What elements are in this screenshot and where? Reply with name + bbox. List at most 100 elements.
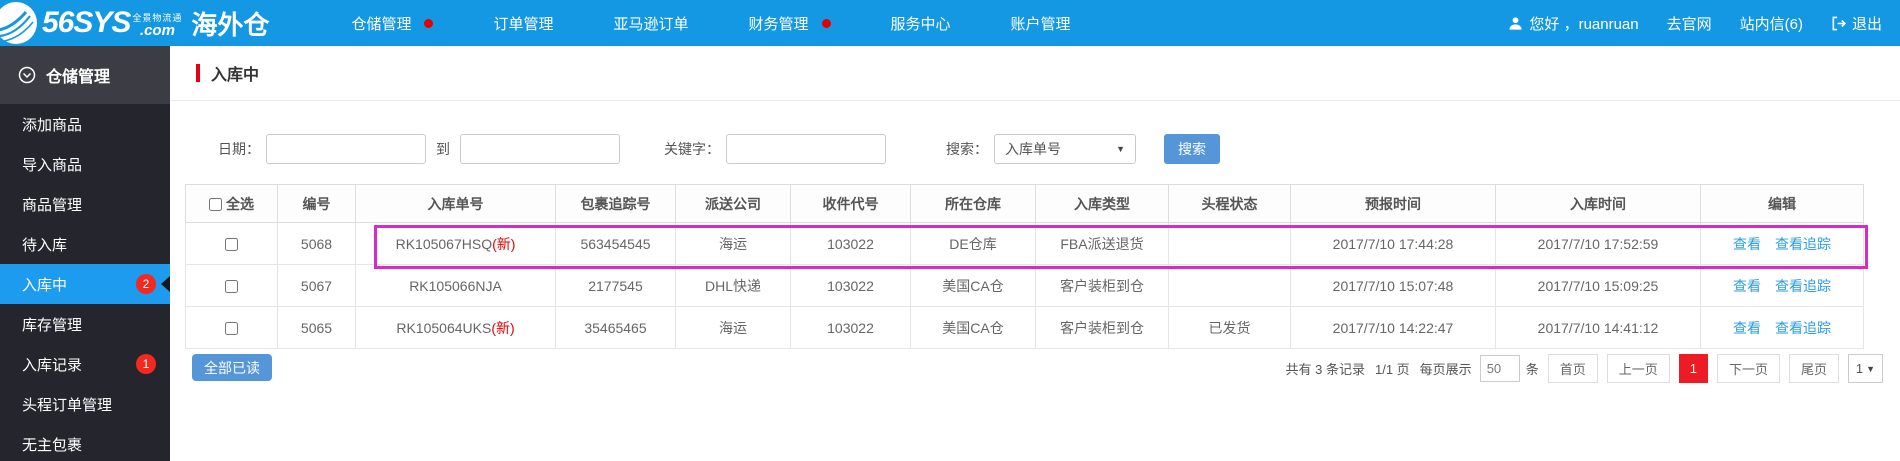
sidebar-item-add-product[interactable]: 添加商品 [0, 104, 170, 144]
cell-carrier: DHL快递 [675, 264, 791, 307]
notification-dot [424, 18, 434, 28]
cell-id: 5067 [277, 264, 356, 307]
cell-tracking-no: 563454545 [555, 222, 676, 265]
user-icon [1509, 16, 1522, 30]
chevron-down-icon: ▼ [1866, 363, 1876, 374]
col-recipient-code: 收件代号 [790, 184, 911, 223]
current-page-button[interactable]: 1 [1678, 354, 1708, 383]
last-page-button[interactable]: 尾页 [1788, 354, 1839, 383]
view-link[interactable]: 查看 [1733, 278, 1761, 294]
logo[interactable]: 56SYS 全景物流通 .com 海外仓 [0, 0, 269, 46]
active-arrow-notch [161, 276, 170, 292]
filter-bar: 日期： 到 关键字： 搜索： 入库单号 ▼ 搜索 [218, 134, 1900, 164]
inbound-table-wrap: 全选 编号 入库单号 包裹追踪号 派送公司 收件代号 所在仓库 入库类型 头程状… [185, 184, 1885, 349]
select-all-checkbox[interactable] [209, 197, 222, 211]
cell-tracking-no: 35465465 [555, 306, 676, 349]
sidebar-item-inbound-in-progress[interactable]: 入库中 2 [0, 264, 170, 304]
keyword-label: 关键字： [664, 141, 720, 157]
table-row: 5067 RK105066NJA 2177545 DHL快递 103022 美国… [185, 264, 1864, 307]
new-tag: (新) [491, 319, 515, 336]
cell-carrier: 海运 [675, 222, 791, 265]
page-title: 入库中 [211, 67, 260, 84]
date-from-input[interactable] [266, 134, 426, 164]
cell-first-leg-status [1168, 222, 1291, 265]
cell-carrier: 海运 [675, 306, 791, 349]
inbox-link[interactable]: 站内信(6) [1740, 13, 1803, 34]
mark-all-read-button[interactable]: 全部已读 [192, 354, 272, 381]
date-label: 日期： [218, 141, 260, 157]
unit-label: 条 [1525, 362, 1539, 377]
nav-account-mgmt[interactable]: 账户管理 [981, 0, 1101, 46]
date-to-input[interactable] [460, 134, 620, 164]
search-by-label: 搜索： [946, 141, 988, 157]
inbound-table: 全选 编号 入库单号 包裹追踪号 派送公司 收件代号 所在仓库 入库类型 头程状… [185, 184, 1864, 349]
view-link[interactable]: 查看 [1733, 320, 1761, 336]
nav-amazon-orders[interactable]: 亚马逊订单 [583, 0, 718, 46]
sidebar-item-inbound-records[interactable]: 入库记录 1 [0, 344, 170, 384]
cell-first-leg-status: 已发货 [1168, 306, 1291, 349]
cell-edit: 查看 查看追踪 [1700, 222, 1864, 265]
cell-recipient-code: 103022 [790, 306, 911, 349]
col-forecast-time: 预报时间 [1290, 184, 1496, 223]
circle-chevron-down-icon [18, 66, 36, 84]
search-button[interactable]: 搜索 [1164, 134, 1220, 164]
table-footer: 全部已读 共有 3 条记录 1/1 页 每页展示 条 首页 上一页 1 下一页 … [192, 354, 1883, 383]
sidebar: 仓储管理 添加商品 导入商品 商品管理 待入库 入库中 2 库存管理 入库记录 … [0, 46, 170, 461]
sidebar-item-unclaimed-packages[interactable]: 无主包裹 [0, 424, 170, 461]
nav-finance-mgmt[interactable]: 财务管理 [718, 0, 860, 46]
cell-inbound-time: 2017/7/10 14:41:12 [1495, 306, 1701, 349]
first-page-button[interactable]: 首页 [1547, 354, 1598, 383]
sidebar-item-inventory-mgmt[interactable]: 库存管理 [0, 304, 170, 344]
nav-order-mgmt[interactable]: 订单管理 [463, 0, 583, 46]
row-checkbox[interactable] [225, 237, 238, 251]
sidebar-item-import-product[interactable]: 导入商品 [0, 144, 170, 184]
col-carrier: 派送公司 [675, 184, 791, 223]
cell-edit: 查看 查看追踪 [1700, 264, 1864, 307]
search-by-select[interactable]: 入库单号 ▼ [994, 134, 1136, 164]
row-checkbox[interactable] [225, 279, 238, 293]
cell-inbound-type: FBA派送退货 [1035, 222, 1169, 265]
nav-warehouse-mgmt[interactable]: 仓储管理 [321, 0, 463, 46]
logout-link[interactable]: 退出 [1831, 13, 1882, 34]
new-tag: (新) [492, 235, 516, 252]
main-nav: 仓储管理 订单管理 亚马逊订单 财务管理 服务中心 账户管理 [321, 0, 1100, 46]
topbar-user-area: 您好 ，ruanruan 去官网 站内信(6) 退出 [1480, 13, 1882, 34]
cell-recipient-code: 103022 [790, 222, 911, 265]
user-greeting[interactable]: 您好 ，ruanruan [1508, 13, 1639, 34]
official-site-link[interactable]: 去官网 [1667, 13, 1712, 34]
row-checkbox[interactable] [225, 321, 238, 335]
brand-domain: .com [139, 22, 175, 39]
cell-forecast-time: 2017/7/10 17:44:28 [1290, 222, 1496, 265]
sidebar-item-pending-inbound[interactable]: 待入库 [0, 224, 170, 264]
view-link[interactable]: 查看 [1733, 236, 1761, 252]
cell-tracking-no: 2177545 [555, 264, 676, 307]
col-warehouse: 所在仓库 [910, 184, 1036, 223]
col-inbound-type: 入库类型 [1035, 184, 1169, 223]
logo-globe-icon [0, 2, 37, 44]
count-badge: 2 [136, 274, 156, 294]
view-tracking-link[interactable]: 查看追踪 [1775, 320, 1831, 336]
view-tracking-link[interactable]: 查看追踪 [1775, 278, 1831, 294]
total-records-text: 共有 3 条记录 [1285, 362, 1365, 377]
cell-edit: 查看 查看追踪 [1700, 306, 1864, 349]
table-header-row: 全选 编号 入库单号 包裹追踪号 派送公司 收件代号 所在仓库 入库类型 头程状… [185, 184, 1864, 223]
next-page-button[interactable]: 下一页 [1716, 354, 1780, 383]
col-inbound-time: 入库时间 [1495, 184, 1701, 223]
view-tracking-link[interactable]: 查看追踪 [1775, 236, 1831, 252]
per-page-input[interactable] [1479, 355, 1520, 382]
to-label: 到 [436, 141, 450, 157]
sidebar-item-first-leg-order-mgmt[interactable]: 头程订单管理 [0, 384, 170, 424]
cell-forecast-time: 2017/7/10 14:22:47 [1290, 306, 1496, 349]
nav-service-center[interactable]: 服务中心 [861, 0, 981, 46]
page-count-text: 1/1 页 [1374, 362, 1410, 377]
brand-name: 56SYS [42, 6, 131, 39]
prev-page-button[interactable]: 上一页 [1606, 354, 1670, 383]
col-id: 编号 [277, 184, 356, 223]
sidebar-item-product-mgmt[interactable]: 商品管理 [0, 184, 170, 224]
cell-order-no: RK105064UKS(新) [355, 306, 556, 349]
cell-warehouse: 美国CA仓 [910, 264, 1036, 307]
keyword-input[interactable] [726, 134, 886, 164]
cell-forecast-time: 2017/7/10 15:07:48 [1290, 264, 1496, 307]
page-jump-select[interactable]: 1 ▼ [1848, 354, 1883, 383]
count-badge: 1 [136, 354, 156, 374]
